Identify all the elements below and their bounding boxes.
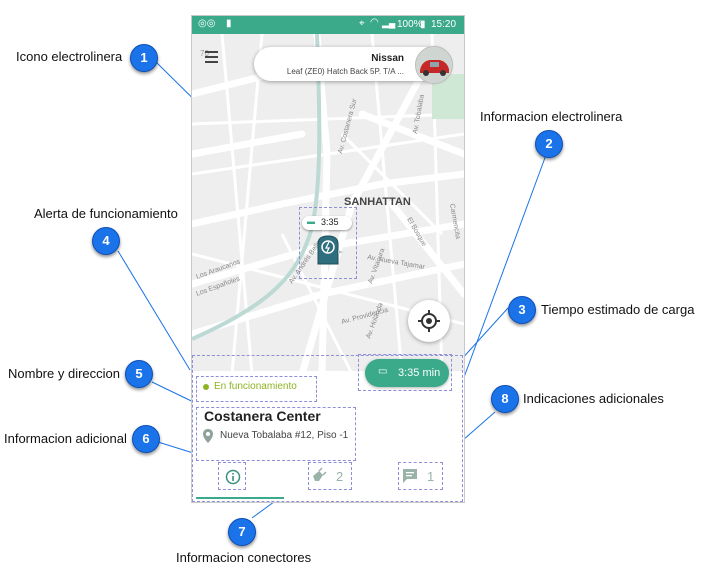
highlight-station-card [192,355,463,502]
svg-text:Av. Holanda: Av. Holanda [365,302,384,340]
vehicle-brand: Nissan [371,53,404,64]
callout-badge-4: 4 [92,227,120,255]
callout-label-5: Nombre y direccion [8,366,120,381]
highlight-station-marker [299,207,357,279]
car-icon [416,47,452,83]
callout-badge-1: 1 [130,44,158,72]
callout-label-4: Alerta de funcionamiento [34,206,178,221]
hamburger-icon [205,51,218,63]
callout-label-2: Informacion electrolinera [480,109,623,124]
vehicle-avatar [415,46,453,84]
phone-screen: ◎◎ ▮ ⌖ ◠ ▂▄ 100% ▮ 15:20 70 Av. Costaner… [191,15,465,503]
callout-label-1: Icono electrolinera [16,49,123,64]
connector-line-4 [117,250,191,371]
vehicle-model: Leaf (ZE0) Hatch Back 5P. T/A ... [286,67,404,76]
callout-label-8: Indicaciones adicionales [523,391,664,406]
battery-level: 100% [397,19,423,30]
battery-icon: ▮ [420,19,426,30]
callout-badge-7: 7 [228,518,256,546]
callout-badge-3: 3 [508,296,536,324]
callout-badge-2: 2 [535,130,563,158]
callout-label-6: Informacion adicional [4,431,127,446]
signal-icon: ▂▄ [382,18,396,28]
clock: 15:20 [431,19,457,30]
crosshair-icon [418,310,440,332]
callout-badge-5: 5 [125,360,153,388]
connector-line-2 [462,154,547,381]
location-icon: ⌖ [359,18,365,29]
status-bar: ◎◎ ▮ ⌖ ◠ ▂▄ 100% ▮ 15:20 [192,16,464,34]
my-location-button[interactable] [408,300,450,342]
callout-label-7: Informacion conectores [176,550,312,565]
vehicle-card[interactable]: Nissan Leaf (ZE0) Hatch Back 5P. T/A ... [254,46,453,84]
sim-icon: ▮ [226,18,232,29]
callout-badge-6: 6 [132,425,160,453]
callout-label-3: Tiempo estimado de carga [541,302,695,317]
menu-button[interactable] [204,50,220,64]
wifi-icon: ◠ [370,17,379,28]
callout-badge-8: 8 [491,385,519,413]
voicemail-icon: ◎◎ [198,18,216,29]
